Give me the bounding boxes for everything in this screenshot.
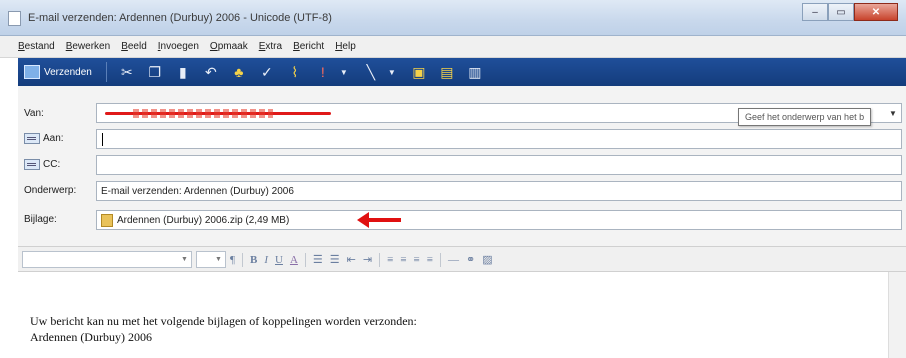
bullet-list-icon[interactable]: ☰ [330,253,340,266]
increase-indent-icon[interactable]: ⇥ [363,253,372,266]
toolbar-separator [105,62,107,82]
to-label: Aan: [43,133,64,144]
to-field[interactable] [96,129,902,149]
chevron-down-icon[interactable]: ▼ [213,253,224,266]
vertical-scrollbar[interactable] [888,272,906,358]
format-toolbar: ▼ ▼ ¶ B I U A ☰ ☰ ⇤ ⇥ ≡ ≡ ≡ ≡ — ⚭ ▨ [18,246,906,272]
horizontal-line-icon[interactable]: — [448,254,459,266]
format-separator [304,252,306,267]
annotation-arrow [357,212,401,228]
paste-icon[interactable]: ▮ [171,61,195,83]
format-buttons: ¶ B I U A ☰ ☰ ⇤ ⇥ ≡ ≡ ≡ ≡ — ⚭ ▨ [230,251,500,268]
redacted-sender [105,109,331,118]
address-book-icon[interactable]: ♣ [227,61,251,83]
attachment-item[interactable]: Ardennen (Durbuy) 2006.zip (2,49 MB) [117,215,289,226]
sign-icon[interactable]: ╲ [359,61,383,83]
sign-dropdown-icon[interactable]: ▼ [387,61,397,83]
window-title: E-mail verzenden: Ardennen (Durbuy) 2006… [28,12,332,24]
encrypt-icon[interactable]: ▣ [407,61,431,83]
menu-bewerken[interactable]: Bewerken [66,41,110,52]
align-center-icon[interactable]: ≡ [400,254,406,266]
format-separator [439,252,441,267]
menu-extra[interactable]: Extra [259,41,282,52]
message-body[interactable]: Uw bericht kan nu met het volgende bijla… [18,272,888,358]
priority-dropdown-icon[interactable]: ▼ [339,61,349,83]
format-separator [241,252,243,267]
bold-button[interactable]: B [250,254,257,266]
document-icon [8,11,21,26]
spellcheck-icon[interactable]: ✓ [255,61,279,83]
cc-field[interactable] [96,155,902,175]
menu-invoegen[interactable]: Invoegen [158,41,199,52]
send-button[interactable]: Verzenden [22,60,98,84]
align-right-icon[interactable]: ≡ [414,254,420,266]
main-toolbar: Verzenden ✂ ❐ ▮ ↶ ♣ ✓ ⌇ ! ▼ ╲ ▼ ▣ ▤ ▥ [18,58,906,86]
send-icon [24,65,40,79]
send-label: Verzenden [44,66,92,78]
zip-file-icon [101,214,113,227]
subject-field[interactable]: E-mail verzenden: Ardennen (Durbuy) 2006 [96,181,902,201]
attachment-label: Bijlage: [24,214,57,225]
priority-icon[interactable]: ! [311,61,335,83]
close-button[interactable]: ✕ [854,3,898,21]
address-book-icon [24,133,40,144]
menu-bestand[interactable]: Bestand [18,41,55,52]
attachment-field[interactable]: Ardennen (Durbuy) 2006.zip (2,49 MB) [96,210,902,230]
insert-image-icon[interactable]: ▨ [482,253,492,266]
minimize-button[interactable]: – [802,3,828,21]
decrease-indent-icon[interactable]: ⇤ [347,253,356,266]
body-line-1: Uw bericht kan nu met het volgende bijla… [30,314,417,328]
to-button[interactable]: Aan: [24,133,64,144]
numbered-list-icon[interactable]: ☰ [313,253,323,266]
cut-icon[interactable]: ✂ [115,61,139,83]
offline-icon[interactable]: ▤ [435,61,459,83]
text-caret [102,133,103,146]
menu-help[interactable]: Help [335,41,356,52]
menu-opmaak[interactable]: Opmaak [210,41,248,52]
font-family-select[interactable]: ▼ [22,251,192,268]
italic-button[interactable]: I [264,254,268,266]
subject-label: Onderwerp: [24,185,77,196]
copy-icon[interactable]: ❐ [143,61,167,83]
cc-label: CC: [43,159,61,170]
cc-button[interactable]: CC: [24,159,60,170]
chevron-down-icon[interactable]: ▼ [179,253,190,266]
attach-icon[interactable]: ⌇ [283,61,307,83]
subject-tooltip: Geef het onderwerp van het b [738,108,872,126]
body-line-2: Ardennen (Durbuy) 2006 [30,330,152,344]
menu-bericht[interactable]: Bericht [293,41,324,52]
subject-value: E-mail verzenden: Ardennen (Durbuy) 2006 [101,186,294,197]
window-controls: – ▭ ✕ [802,3,898,21]
underline-button[interactable]: U [275,254,283,266]
hyperlink-icon[interactable]: ⚭ [466,253,475,266]
undo-icon[interactable]: ↶ [199,61,223,83]
chevron-down-icon[interactable]: ▼ [887,106,899,120]
maximize-button[interactable]: ▭ [828,3,854,21]
font-color-button[interactable]: A [290,254,298,266]
address-check-icon[interactable]: ▥ [463,61,487,83]
justify-icon[interactable]: ≡ [427,254,433,266]
from-label: Van: [24,108,44,119]
font-size-select[interactable]: ▼ [196,251,226,268]
format-separator [379,252,381,267]
menu-bar: Bestand Bewerken Beeld Invoegen Opmaak E… [0,36,906,58]
address-book-icon [24,159,40,170]
title-bar: E-mail verzenden: Ardennen (Durbuy) 2006… [0,0,906,36]
align-left-icon[interactable]: ≡ [387,254,393,266]
paragraph-style-icon[interactable]: ¶ [230,254,235,266]
menu-beeld[interactable]: Beeld [121,41,147,52]
